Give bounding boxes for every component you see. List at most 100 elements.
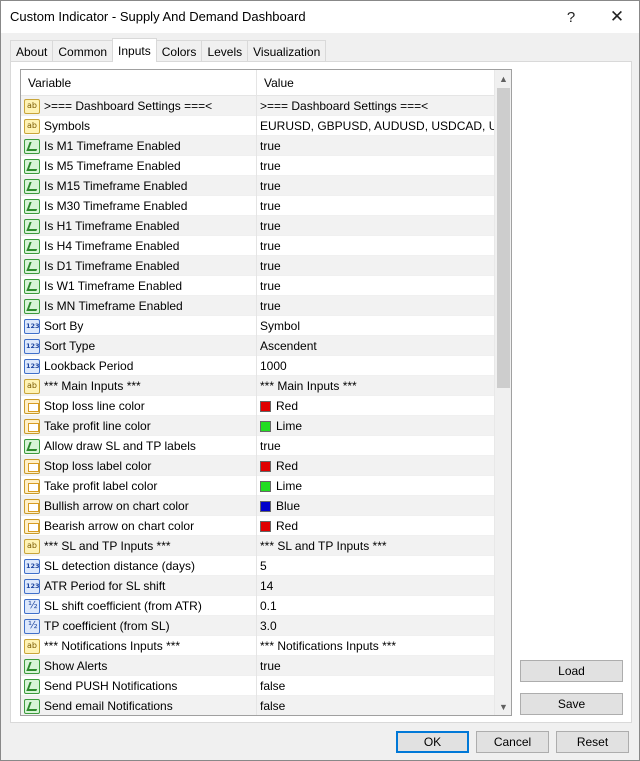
variable-cell[interactable]: *** Notifications Inputs *** xyxy=(21,636,257,656)
table-row[interactable]: Sort By Symbol xyxy=(21,316,494,336)
header-variable[interactable]: Variable xyxy=(21,70,257,96)
value-cell[interactable]: >=== Dashboard Settings ===< xyxy=(257,96,494,116)
table-row[interactable]: *** Main Inputs *** *** Main Inputs *** xyxy=(21,376,494,396)
table-row[interactable]: Is H4 Timeframe Enabled true xyxy=(21,236,494,256)
cancel-button[interactable]: Cancel xyxy=(476,731,549,753)
value-cell[interactable]: EURUSD, GBPUSD, AUDUSD, USDCAD, U... xyxy=(257,116,494,136)
value-cell[interactable]: *** Notifications Inputs *** xyxy=(257,636,494,656)
scrollbar-thumb[interactable] xyxy=(497,88,510,388)
value-cell[interactable]: Red xyxy=(257,516,494,536)
table-row[interactable]: Lookback Period 1000 xyxy=(21,356,494,376)
variable-cell[interactable]: Is M1 Timeframe Enabled xyxy=(21,136,257,156)
help-button[interactable]: ? xyxy=(551,4,591,30)
table-row[interactable]: >=== Dashboard Settings ===< >=== Dashboa… xyxy=(21,96,494,116)
value-cell[interactable]: true xyxy=(257,436,494,456)
variable-cell[interactable]: Send PUSH Notifications xyxy=(21,676,257,696)
reset-button[interactable]: Reset xyxy=(556,731,629,753)
table-row[interactable]: Show Alerts true xyxy=(21,656,494,676)
value-cell[interactable]: true xyxy=(257,196,494,216)
table-row[interactable]: Take profit label color Lime xyxy=(21,476,494,496)
variable-cell[interactable]: Bullish arrow on chart color xyxy=(21,496,257,516)
value-cell[interactable]: Ascendent xyxy=(257,336,494,356)
variable-cell[interactable]: Send email Notifications xyxy=(21,696,257,715)
value-cell[interactable]: true xyxy=(257,296,494,316)
value-cell[interactable]: true xyxy=(257,236,494,256)
table-row[interactable]: Stop loss label color Red xyxy=(21,456,494,476)
variable-cell[interactable]: ATR Period for SL shift xyxy=(21,576,257,596)
variable-cell[interactable]: Is M5 Timeframe Enabled xyxy=(21,156,257,176)
table-row[interactable]: Is M5 Timeframe Enabled true xyxy=(21,156,494,176)
variable-cell[interactable]: TP coefficient (from SL) xyxy=(21,616,257,636)
variable-cell[interactable]: Show Alerts xyxy=(21,656,257,676)
table-row[interactable]: Is MN Timeframe Enabled true xyxy=(21,296,494,316)
table-row[interactable]: *** SL and TP Inputs *** *** SL and TP In… xyxy=(21,536,494,556)
variable-cell[interactable]: Stop loss label color xyxy=(21,456,257,476)
table-row[interactable]: Allow draw SL and TP labels true xyxy=(21,436,494,456)
value-cell[interactable]: 0.1 xyxy=(257,596,494,616)
scroll-up-arrow-icon[interactable]: ▲ xyxy=(495,70,511,87)
table-row[interactable]: Is M1 Timeframe Enabled true xyxy=(21,136,494,156)
table-row[interactable]: Is W1 Timeframe Enabled true xyxy=(21,276,494,296)
variable-cell[interactable]: Is W1 Timeframe Enabled xyxy=(21,276,257,296)
vertical-scrollbar[interactable]: ▲ ▼ xyxy=(494,70,511,715)
tab-colors[interactable]: Colors xyxy=(155,40,203,62)
table-row[interactable]: TP coefficient (from SL) 3.0 xyxy=(21,616,494,636)
value-cell[interactable]: true xyxy=(257,256,494,276)
value-cell[interactable]: true xyxy=(257,656,494,676)
variable-cell[interactable]: Take profit line color xyxy=(21,416,257,436)
value-cell[interactable]: Red xyxy=(257,396,494,416)
table-row[interactable]: Stop loss line color Red xyxy=(21,396,494,416)
variable-cell[interactable]: SL detection distance (days) xyxy=(21,556,257,576)
save-button[interactable]: Save xyxy=(520,693,623,715)
tab-inputs[interactable]: Inputs xyxy=(112,38,157,62)
value-cell[interactable]: *** Main Inputs *** xyxy=(257,376,494,396)
value-cell[interactable]: 3.0 xyxy=(257,616,494,636)
value-cell[interactable]: true xyxy=(257,156,494,176)
table-row[interactable]: Is D1 Timeframe Enabled true xyxy=(21,256,494,276)
table-row[interactable]: Send email Notifications false xyxy=(21,696,494,715)
variable-cell[interactable]: SL shift coefficient (from ATR) xyxy=(21,596,257,616)
variable-cell[interactable]: Is D1 Timeframe Enabled xyxy=(21,256,257,276)
table-row[interactable]: SL detection distance (days) 5 xyxy=(21,556,494,576)
table-row[interactable]: Symbols EURUSD, GBPUSD, AUDUSD, USDCAD, U… xyxy=(21,116,494,136)
table-row[interactable]: Bearish arrow on chart color Red xyxy=(21,516,494,536)
value-cell[interactable]: Blue xyxy=(257,496,494,516)
tab-common[interactable]: Common xyxy=(52,40,114,62)
variable-cell[interactable]: Is M30 Timeframe Enabled xyxy=(21,196,257,216)
close-button[interactable]: ✕ xyxy=(597,4,637,30)
variable-cell[interactable]: *** Main Inputs *** xyxy=(21,376,257,396)
value-cell[interactable]: 1000 xyxy=(257,356,494,376)
load-button[interactable]: Load xyxy=(520,660,623,682)
value-cell[interactable]: Lime xyxy=(257,476,494,496)
value-cell[interactable]: 14 xyxy=(257,576,494,596)
variable-cell[interactable]: Bearish arrow on chart color xyxy=(21,516,257,536)
tab-about[interactable]: About xyxy=(10,40,54,62)
variable-cell[interactable]: Take profit label color xyxy=(21,476,257,496)
header-value[interactable]: Value xyxy=(257,70,494,96)
variable-cell[interactable]: Sort By xyxy=(21,316,257,336)
value-cell[interactable]: true xyxy=(257,136,494,156)
value-cell[interactable]: false xyxy=(257,676,494,696)
table-row[interactable]: Is M15 Timeframe Enabled true xyxy=(21,176,494,196)
value-cell[interactable]: true xyxy=(257,176,494,196)
table-row[interactable]: Sort Type Ascendent xyxy=(21,336,494,356)
variable-cell[interactable]: Is M15 Timeframe Enabled xyxy=(21,176,257,196)
value-cell[interactable]: Lime xyxy=(257,416,494,436)
variable-cell[interactable]: >=== Dashboard Settings ===< xyxy=(21,96,257,116)
ok-button[interactable]: OK xyxy=(396,731,469,753)
tab-visualization[interactable]: Visualization xyxy=(247,40,327,62)
value-cell[interactable]: false xyxy=(257,696,494,715)
scroll-down-arrow-icon[interactable]: ▼ xyxy=(495,698,511,715)
table-row[interactable]: Is M30 Timeframe Enabled true xyxy=(21,196,494,216)
value-cell[interactable]: *** SL and TP Inputs *** xyxy=(257,536,494,556)
variable-cell[interactable]: Allow draw SL and TP labels xyxy=(21,436,257,456)
value-cell[interactable]: Red xyxy=(257,456,494,476)
value-cell[interactable]: true xyxy=(257,216,494,236)
variable-cell[interactable]: Lookback Period xyxy=(21,356,257,376)
table-row[interactable]: ATR Period for SL shift 14 xyxy=(21,576,494,596)
variable-cell[interactable]: Symbols xyxy=(21,116,257,136)
variable-cell[interactable]: Is MN Timeframe Enabled xyxy=(21,296,257,316)
table-row[interactable]: *** Notifications Inputs *** *** Notifica… xyxy=(21,636,494,656)
variable-cell[interactable]: Is H1 Timeframe Enabled xyxy=(21,216,257,236)
variable-cell[interactable]: Is H4 Timeframe Enabled xyxy=(21,236,257,256)
